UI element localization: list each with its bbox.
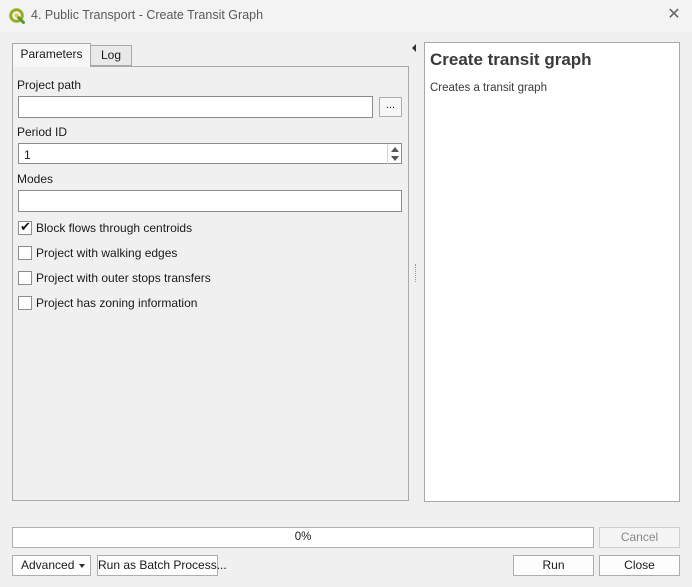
cancel-button[interactable]: Cancel	[599, 527, 680, 548]
spinbox-arrows[interactable]	[387, 144, 401, 164]
close-icon[interactable]: ✕	[666, 6, 682, 24]
modes-label: Modes	[17, 172, 54, 186]
tab-parameters[interactable]: Parameters	[12, 43, 91, 67]
browse-button[interactable]: ...	[379, 97, 402, 117]
close-button[interactable]: Close	[599, 555, 680, 576]
outer-stops-label: Project with outer stops transfers	[36, 271, 211, 285]
project-path-label: Project path	[17, 78, 82, 92]
zoning-checkbox[interactable]	[18, 296, 32, 310]
splitter-handle[interactable]	[415, 264, 417, 282]
period-id-spinbox[interactable]: 1	[18, 143, 402, 164]
project-path-input[interactable]	[18, 96, 373, 118]
run-button[interactable]: Run	[513, 555, 594, 576]
checkmark-icon: ✔	[20, 219, 31, 234]
walking-edges-checkbox[interactable]	[18, 246, 32, 260]
progress-label: 0%	[294, 531, 312, 543]
collapse-panel-icon[interactable]	[412, 44, 416, 52]
tab-log[interactable]: Log	[91, 45, 132, 66]
help-description: Creates a transit graph	[430, 82, 547, 94]
outer-stops-checkbox[interactable]	[18, 271, 32, 285]
walking-edges-label: Project with walking edges	[36, 246, 178, 260]
modes-input[interactable]	[18, 190, 402, 212]
advanced-button[interactable]: Advanced	[12, 555, 91, 576]
help-title: Create transit graph	[430, 50, 592, 69]
block-flows-checkbox[interactable]: ✔	[18, 219, 32, 235]
spin-down-icon[interactable]	[391, 156, 399, 161]
qgis-logo-icon	[9, 8, 25, 24]
chevron-down-icon	[79, 564, 85, 568]
block-flows-label: Block flows through centroids	[36, 221, 193, 235]
advanced-label: Advanced	[21, 558, 75, 572]
period-id-value: 1	[24, 148, 31, 162]
help-panel: Create transit graph Creates a transit g…	[424, 42, 680, 502]
period-id-label: Period ID	[17, 125, 68, 139]
title-bar: 4. Public Transport - Create Transit Gra…	[0, 0, 692, 32]
spin-up-icon[interactable]	[391, 147, 399, 152]
progress-bar: 0%	[12, 527, 594, 548]
run-batch-button[interactable]: Run as Batch Process...	[97, 555, 227, 576]
zoning-label: Project has zoning information	[36, 296, 198, 310]
window-title: 4. Public Transport - Create Transit Gra…	[31, 8, 264, 22]
